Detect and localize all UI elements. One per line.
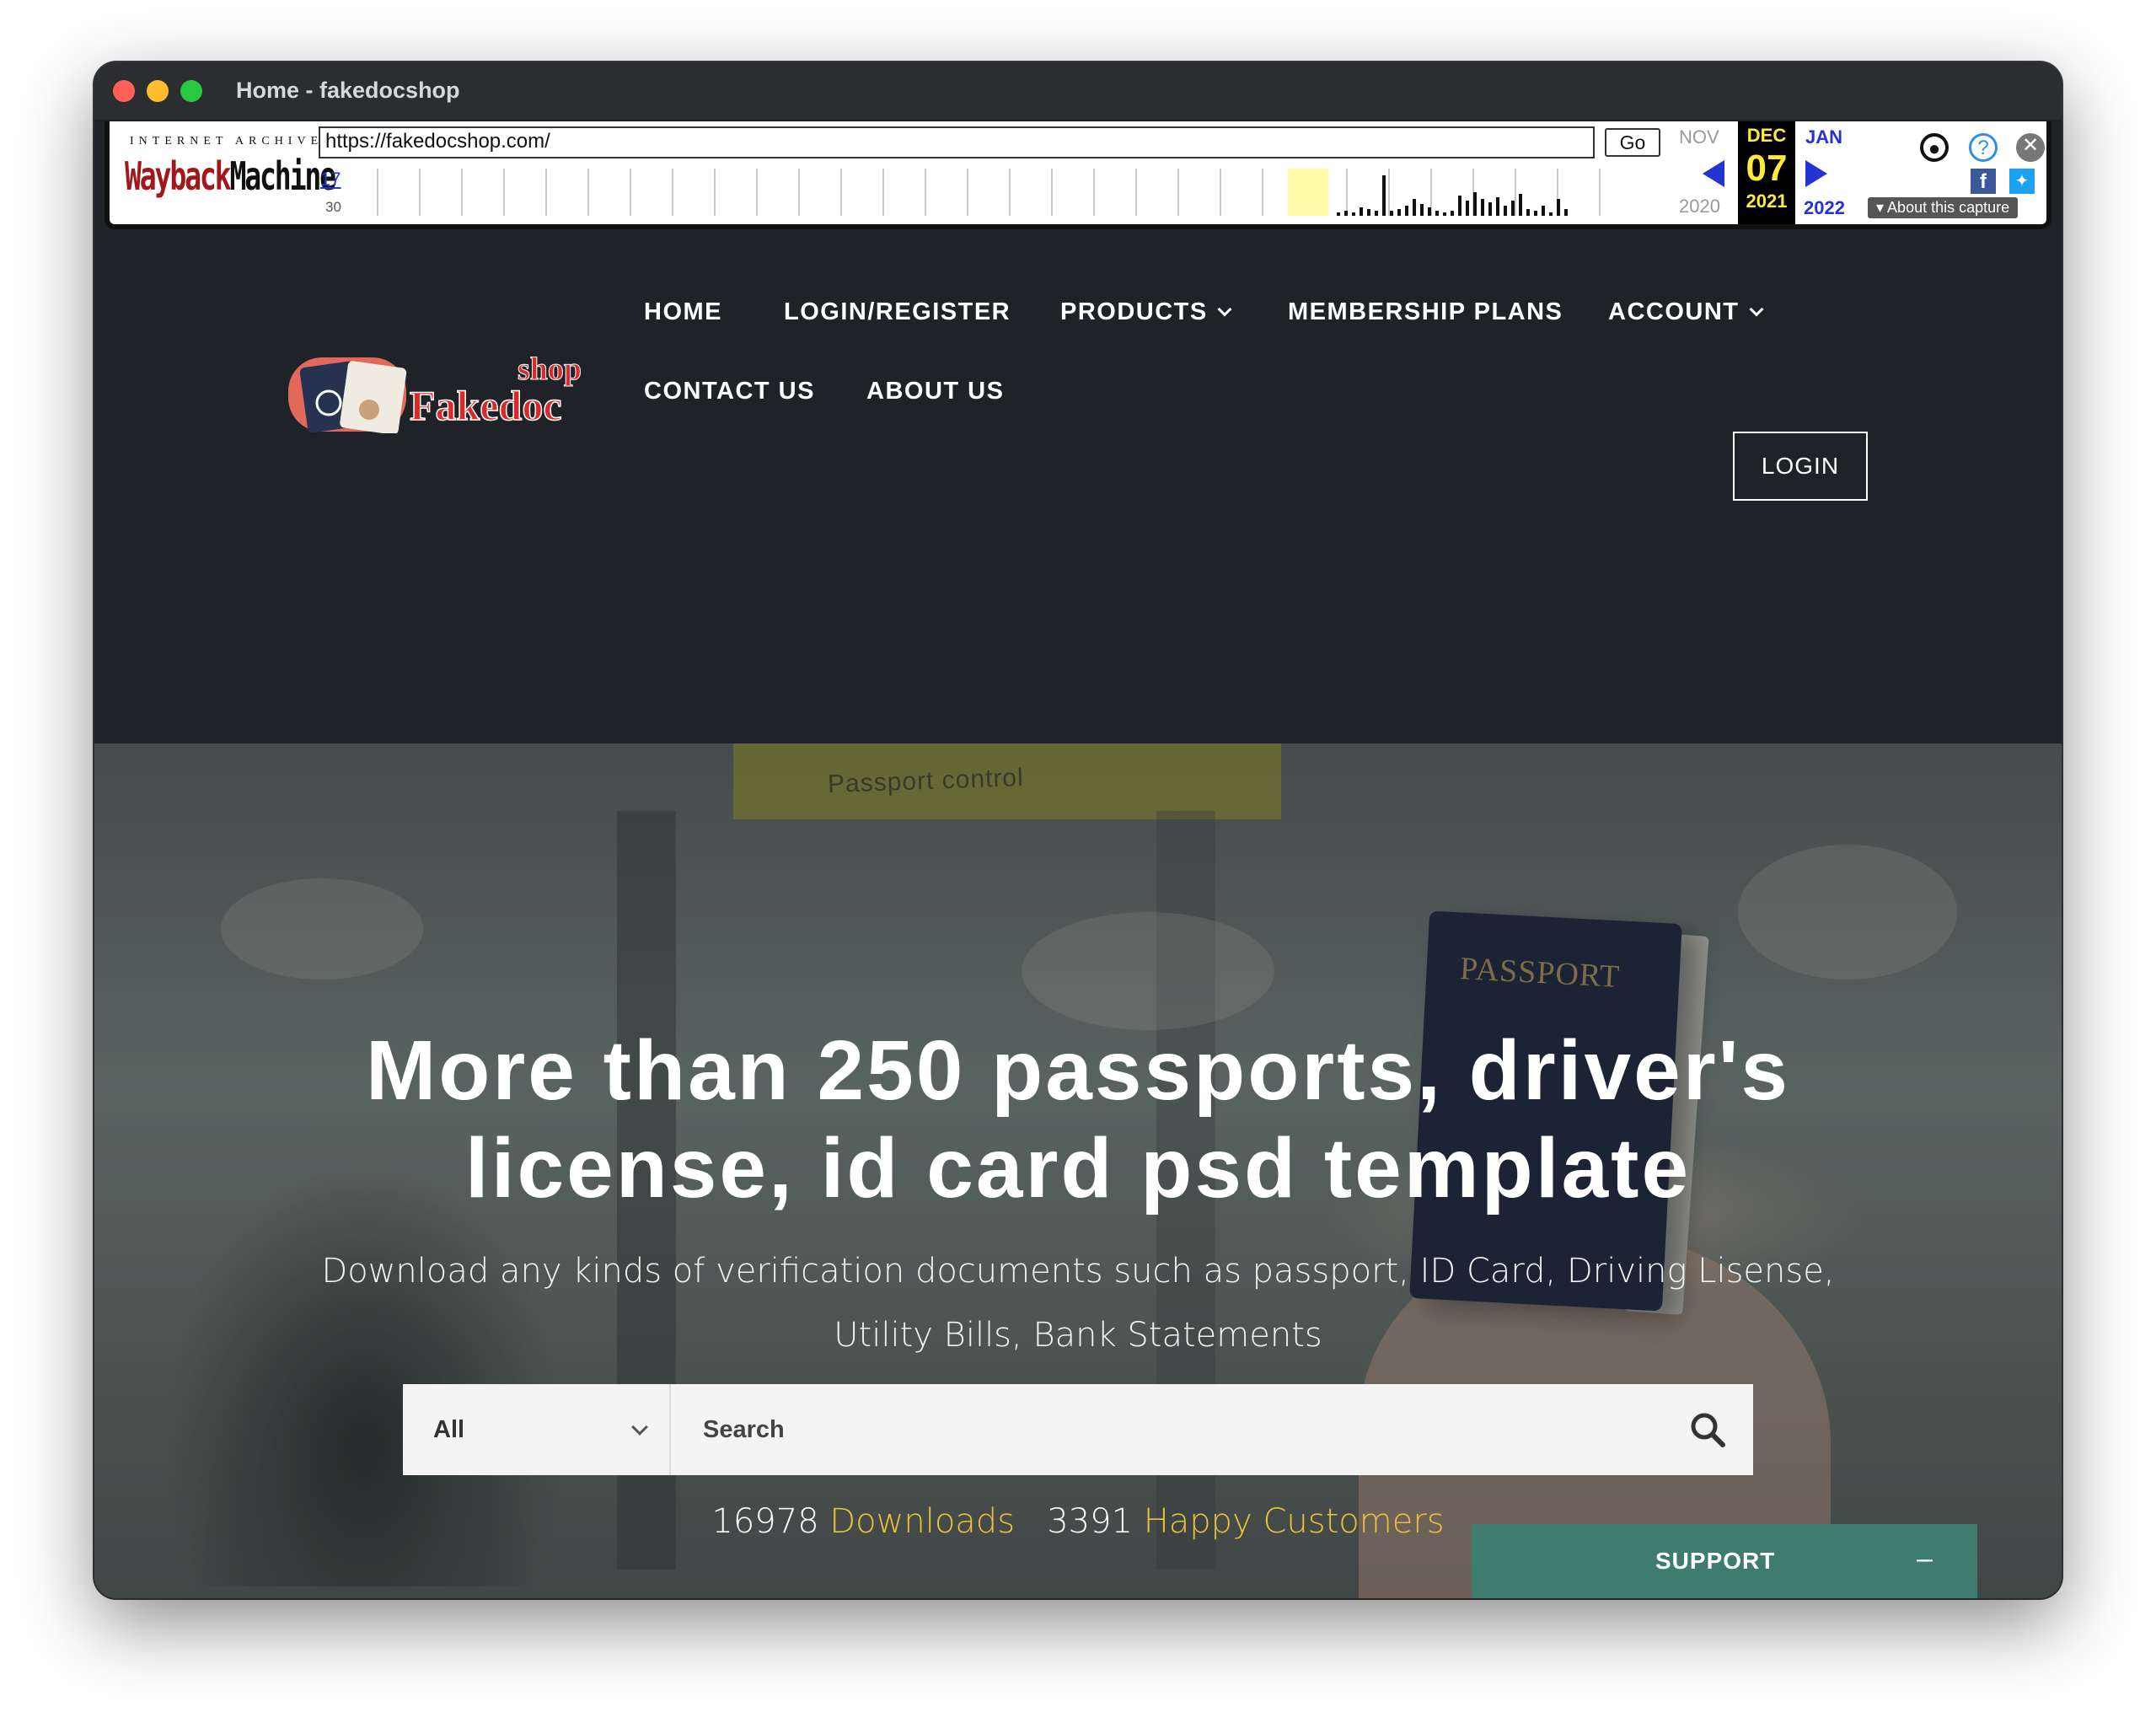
timeline-capture-bar xyxy=(1413,199,1416,216)
prev-capture-arrow-icon[interactable] xyxy=(1703,160,1724,187)
next-capture-arrow-icon[interactable] xyxy=(1805,160,1827,187)
help-icon[interactable]: ? xyxy=(1969,133,1998,162)
timeline-capture-bar xyxy=(1451,211,1454,216)
nav-contact-us[interactable]: CONTACT US xyxy=(644,378,815,405)
close-window-button[interactable] xyxy=(113,80,135,102)
timeline-capture-bar xyxy=(1488,202,1492,216)
wayback-logo-a: Wayback xyxy=(125,153,232,199)
downloads-label: Downloads xyxy=(829,1502,1016,1541)
timeline-capture-bar xyxy=(1473,192,1477,216)
timeline-capture-bar xyxy=(1405,206,1408,216)
captures-sub: 30 xyxy=(325,199,341,215)
nav-account-label: ACCOUNT xyxy=(1608,298,1740,325)
search-icon[interactable] xyxy=(1689,1411,1726,1448)
nav-membership-plans[interactable]: MEMBERSHIP PLANS xyxy=(1288,298,1563,326)
chevron-down-icon xyxy=(1217,302,1232,317)
timeline-capture-bar xyxy=(1390,211,1393,216)
nav-login-register[interactable]: LOGIN/REGISTER xyxy=(784,298,1011,326)
wayback-logo-b: Machine xyxy=(229,153,336,199)
timeline-capture-bar xyxy=(1382,175,1386,216)
wayback-url-input[interactable]: https://fakedocshop.com/ xyxy=(319,126,1595,158)
timeline-capture-bar xyxy=(1458,196,1461,216)
timeline-capture-bar xyxy=(1443,212,1446,216)
nav-about-us[interactable]: ABOUT US xyxy=(866,378,1004,405)
current-month: DEC xyxy=(1746,125,1787,146)
twitter-icon[interactable]: ✦ xyxy=(2009,169,2035,194)
login-button[interactable]: LOGIN xyxy=(1733,432,1868,501)
logo-text-b: shop xyxy=(518,352,582,387)
next-year-label[interactable]: 2022 xyxy=(1804,197,1845,219)
prev-month-label[interactable]: NOV xyxy=(1679,126,1719,148)
close-icon[interactable]: ✕ xyxy=(2016,133,2045,162)
nav-products-label: PRODUCTS xyxy=(1060,298,1208,325)
minimize-icon[interactable]: – xyxy=(1917,1543,1933,1575)
timeline-capture-bar xyxy=(1496,197,1499,216)
timeline-capture-bar xyxy=(1435,211,1439,216)
prev-year-label[interactable]: 2020 xyxy=(1679,196,1720,217)
current-year: 2021 xyxy=(1746,191,1788,212)
wayback-toolbar: INTERNET ARCHIVE WaybackMachine https://… xyxy=(105,121,2051,229)
go-button[interactable]: Go xyxy=(1605,128,1660,157)
hero-title: More than 250 passports, driver's licens… xyxy=(365,1023,1790,1216)
customers-count: 3391 xyxy=(1047,1502,1133,1541)
search-bar: All Search xyxy=(403,1384,1753,1475)
timeline-capture-bar xyxy=(1549,212,1553,216)
timeline-capture-bar xyxy=(1526,209,1530,216)
downloads-count: 16978 xyxy=(711,1502,819,1541)
timeline-capture-bar xyxy=(1564,209,1568,216)
zoom-window-button[interactable] xyxy=(180,80,202,102)
about-capture-dropdown[interactable]: ▾ About this capture xyxy=(1868,197,2019,218)
nav-home[interactable]: HOME xyxy=(644,298,722,326)
support-widget[interactable]: SUPPORT – xyxy=(1472,1524,1977,1598)
timeline-capture-bar xyxy=(1375,211,1378,216)
site-logo[interactable]: Fakedoc shop xyxy=(285,346,605,433)
category-select-value: All xyxy=(433,1416,465,1443)
chevron-down-icon xyxy=(1749,302,1763,317)
timeline-capture-bar xyxy=(1519,194,1522,216)
chevron-down-icon xyxy=(631,1419,648,1436)
timeline-capture-bar xyxy=(1511,201,1515,216)
timeline-capture-bar xyxy=(1360,207,1363,216)
minimize-window-button[interactable] xyxy=(147,80,169,102)
facebook-icon[interactable]: f xyxy=(1971,169,1996,194)
captures-link[interactable]: 17 xyxy=(320,169,341,191)
timeline-capture-bar xyxy=(1367,209,1370,216)
timeline-capture-bar xyxy=(1534,211,1537,216)
nav-products[interactable]: PRODUCTS xyxy=(1060,298,1232,326)
timeline-capture-bar xyxy=(1557,199,1560,216)
nav-account[interactable]: ACCOUNT xyxy=(1608,298,1763,326)
timeline-capture-bar xyxy=(1428,207,1431,216)
timeline-capture-bar xyxy=(1344,211,1348,216)
search-input[interactable]: Search xyxy=(703,1416,785,1444)
support-label: SUPPORT xyxy=(1655,1548,1776,1574)
timeline-capture-bar xyxy=(1420,204,1424,216)
customers-label: Happy Customers xyxy=(1143,1502,1445,1541)
about-capture-label: About this capture xyxy=(1887,199,2010,216)
hero-section: Passport control PASSPORT More than 250 … xyxy=(94,743,2062,1598)
timeline-capture-bar xyxy=(1481,199,1484,216)
site-header: Fakedoc shop HOME LOGIN/REGISTER PRODUCT… xyxy=(94,229,2062,743)
hero-subtitle: Download any kinds of verification docum… xyxy=(321,1252,1835,1355)
timeline-capture-bar xyxy=(1542,206,1545,216)
capture-timeline[interactable] xyxy=(352,169,1617,216)
current-capture-date: DEC 07 2021 xyxy=(1738,121,1795,224)
timeline-capture-bar xyxy=(1337,212,1340,216)
timeline-capture-bar xyxy=(1397,209,1401,216)
title-bar: Home - fakedocshop xyxy=(94,62,2062,120)
timeline-capture-bar xyxy=(1466,201,1469,216)
current-day: 07 xyxy=(1746,148,1788,189)
user-icon[interactable]: ● xyxy=(1920,133,1949,162)
timeline-capture-bar xyxy=(1504,206,1507,216)
timeline-capture-bar xyxy=(1352,212,1355,216)
category-select[interactable]: All xyxy=(403,1384,671,1475)
internet-archive-label: INTERNET ARCHIVE xyxy=(130,135,324,148)
timeline-current-year-highlight xyxy=(1288,169,1328,216)
window-title: Home - fakedocshop xyxy=(236,78,460,103)
wayback-logo[interactable]: WaybackMachine xyxy=(125,153,336,199)
next-month-label[interactable]: JAN xyxy=(1805,126,1842,148)
browser-window: Home - fakedocshop INTERNET ARCHIVE Wayb… xyxy=(94,62,2062,1598)
logo-text-a: Fakedoc xyxy=(410,382,562,429)
